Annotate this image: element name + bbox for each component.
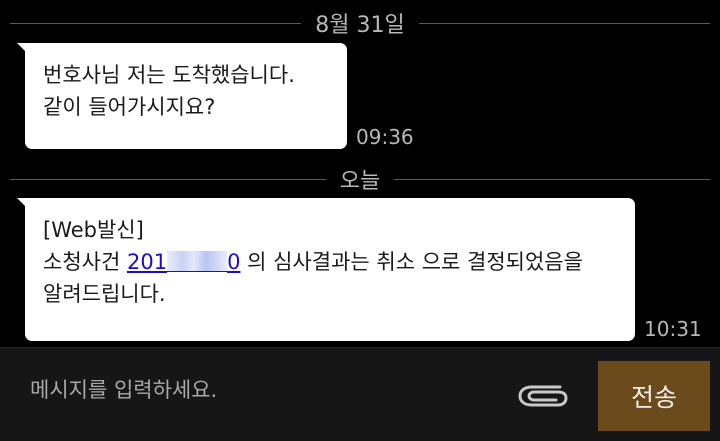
date-divider: 오늘 [10, 164, 711, 194]
composer-bar: 전송 [0, 347, 720, 441]
case-number-end: 0 [227, 250, 241, 274]
date-label: 8월 31일 [315, 13, 405, 38]
case-number-start: 201 [126, 250, 168, 274]
date-divider: 8월 31일 [10, 8, 710, 38]
message-text-segment: 소청사건 [43, 250, 127, 274]
chat-thread[interactable]: 8월 31일 번호사님 저는 도착했습니다. 같이 들어가시지요? 09:36 … [0, 0, 720, 347]
redacted-blur [167, 251, 228, 272]
message-bubble[interactable]: [Web발신] 소청사건 201 0 의 심사결과는 취소 으로 결정되었음을 알… [17, 198, 635, 341]
case-number-link[interactable]: 201 0 [127, 250, 240, 274]
divider-line [418, 22, 710, 24]
divider-line [394, 178, 711, 180]
bubble-tail [17, 198, 31, 212]
message-input[interactable] [14, 362, 494, 418]
message-bubble[interactable]: 번호사님 저는 도착했습니다. 같이 들어가시지요? [17, 43, 347, 149]
message-time: 10:31 [644, 317, 702, 341]
message-text-line: 번호사님 저는 도착했습니다. [43, 63, 295, 87]
divider-line [10, 178, 326, 180]
date-label: 오늘 [339, 169, 381, 194]
paperclip-icon[interactable] [514, 376, 574, 414]
message-text-line: 소청사건 201 0 의 심사결과는 취소 으로 결정되었음을 [43, 246, 635, 278]
message-text-segment: 의 심사결과는 취소 으로 결정되었음을 [240, 250, 583, 274]
message-text-line: [Web발신] [43, 218, 144, 242]
message-text-line: 알려드립니다. [43, 282, 166, 306]
divider-line [10, 22, 302, 24]
message-text-line: 같이 들어가시지요? [43, 95, 216, 119]
bubble-tail [17, 43, 31, 57]
message-time: 09:36 [356, 125, 414, 149]
send-button[interactable]: 전송 [598, 361, 710, 431]
